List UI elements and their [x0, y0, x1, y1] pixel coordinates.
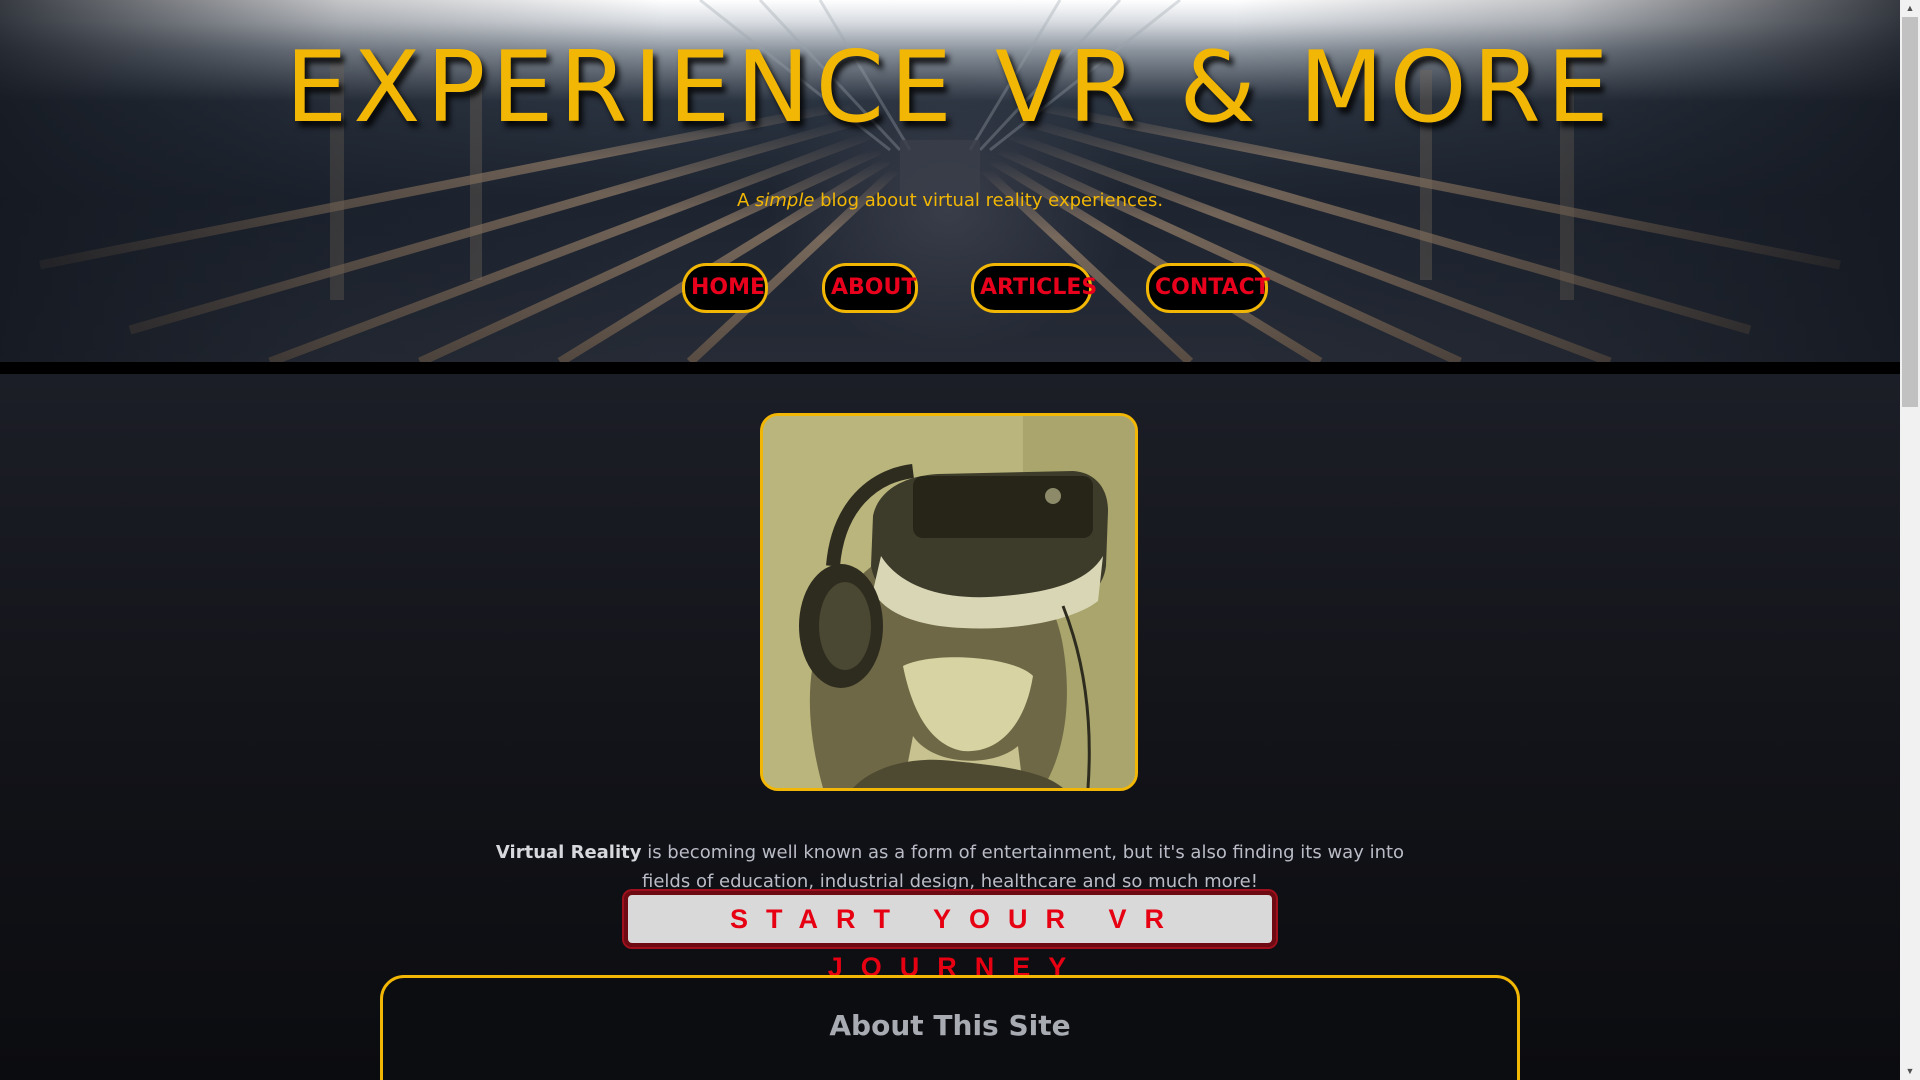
- header-divider: [0, 362, 1900, 374]
- site-header: EXPERIENCE VR & MORE A simple blog about…: [0, 0, 1900, 362]
- intro-paragraph: Virtual Reality is becoming well known a…: [470, 838, 1430, 896]
- start-vr-journey-button[interactable]: START YOUR VR JOURNEY: [622, 889, 1278, 982]
- scrollbar-thumb[interactable]: [1902, 17, 1918, 407]
- tagline-emphasis: simple: [754, 190, 815, 211]
- page: EXPERIENCE VR & MORE A simple blog about…: [0, 0, 1900, 1080]
- tagline-prefix: A: [736, 190, 755, 211]
- site-title: EXPERIENCE VR & MORE: [285, 31, 1615, 145]
- about-site-heading: About This Site: [829, 1009, 1071, 1042]
- tagline-suffix: blog about virtual reality experiences.: [814, 190, 1164, 211]
- about-site-card: About This Site: [380, 975, 1520, 1080]
- vertical-scrollbar[interactable]: ▲ ▼: [1900, 0, 1920, 1080]
- nav-about-link[interactable]: ABOUT: [822, 263, 918, 313]
- intro-highlight: Virtual Reality: [495, 842, 642, 863]
- nav-articles-link[interactable]: ARTICLES: [971, 263, 1097, 313]
- nav-home-link[interactable]: HOME: [682, 263, 768, 313]
- arrow-down-icon[interactable]: ▼: [1900, 1063, 1920, 1080]
- hero-image-vr-headset: [760, 413, 1138, 791]
- nav-contact-link[interactable]: CONTACT: [1146, 263, 1270, 313]
- intro-body: is becoming well known as a form of ente…: [641, 842, 1405, 892]
- site-tagline: A simple blog about virtual reality expe…: [0, 190, 1900, 211]
- arrow-up-icon[interactable]: ▲: [1900, 0, 1920, 17]
- vr-user-photo: [763, 416, 1135, 788]
